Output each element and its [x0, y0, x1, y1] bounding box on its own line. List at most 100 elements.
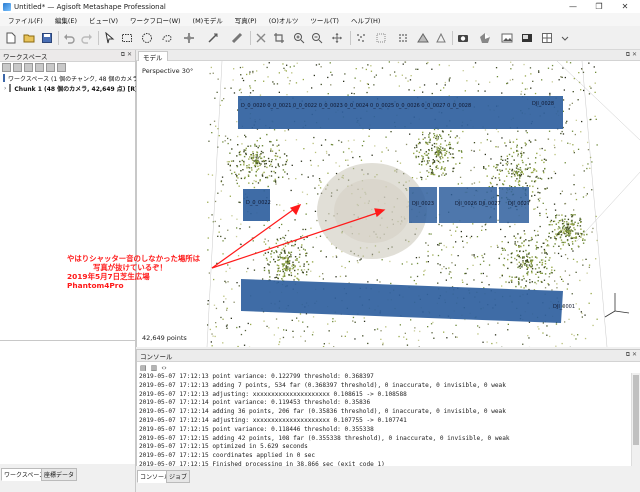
image-icon[interactable] — [500, 31, 514, 45]
enable-item-icon[interactable] — [46, 63, 55, 72]
cloud-point — [510, 68, 512, 70]
model-float-close-icon[interactable]: ⧉ ✕ — [626, 51, 637, 59]
menu-help[interactable]: ヘルプ(H) — [345, 15, 386, 25]
minimize-button[interactable]: — — [562, 0, 584, 13]
add-chunk-icon[interactable] — [2, 63, 11, 72]
cloud-point — [353, 139, 355, 141]
open-icon[interactable] — [22, 31, 36, 45]
cloud-point — [275, 250, 277, 252]
console-scrollbar[interactable] — [631, 373, 640, 466]
camera-icon[interactable] — [456, 31, 470, 45]
textured-icon[interactable] — [416, 31, 430, 45]
cloud-point — [314, 210, 317, 212]
cloud-point — [449, 77, 451, 79]
save-log-icon[interactable]: ▤ — [140, 364, 147, 372]
console-log[interactable]: 2019-05-07 17:12:13 point variance: 0.12… — [139, 373, 627, 466]
shaded-icon[interactable] — [374, 31, 388, 45]
add-marker-icon[interactable] — [24, 63, 33, 72]
cloud-point — [522, 173, 524, 175]
model-viewport[interactable]: Perspective 30° 42,649 points D_0_0020 0… — [136, 61, 640, 347]
cloud-point — [236, 121, 238, 123]
cloud-point — [437, 282, 439, 284]
redo-icon[interactable] — [80, 31, 94, 45]
cloud-point — [499, 179, 501, 181]
cloud-point — [216, 91, 218, 93]
disable-item-icon[interactable] — [57, 63, 66, 72]
navigate-icon[interactable] — [102, 31, 116, 45]
menu-view[interactable]: ビュー(V) — [83, 15, 124, 25]
cloud-point — [588, 93, 591, 95]
cloud-point — [508, 172, 510, 174]
grid-icon[interactable] — [540, 31, 554, 45]
cloud-point — [580, 228, 582, 230]
menu-photo[interactable]: 写真(P) — [229, 15, 263, 25]
cloud-point — [574, 133, 576, 136]
shape-icon[interactable] — [478, 31, 492, 45]
move-object-icon[interactable] — [182, 31, 196, 45]
menu-workflow[interactable]: ワークフロー(W) — [124, 15, 187, 25]
cloud-point — [547, 283, 549, 285]
undo-icon[interactable] — [62, 31, 76, 45]
cloud-point — [224, 280, 226, 282]
cloud-point — [527, 271, 529, 273]
region-icon[interactable] — [434, 31, 448, 45]
menu-edit[interactable]: 編集(E) — [49, 15, 83, 25]
cloud-point — [255, 162, 257, 164]
cloud-point — [229, 139, 232, 141]
cloud-point — [571, 241, 574, 243]
workspace-root-item[interactable]: ワークスペース (1 個のチャンク, 48 個のカメラ) — [0, 73, 141, 83]
add-photos-icon[interactable] — [13, 63, 22, 72]
ruler-icon[interactable] — [230, 31, 244, 45]
cloud-point — [271, 150, 274, 152]
tab-jobs[interactable]: ジョブ — [166, 470, 191, 483]
cloud-point — [507, 170, 510, 173]
cloud-point — [480, 272, 482, 275]
cloud-point — [569, 62, 572, 64]
menu-file[interactable]: ファイル(F) — [0, 15, 49, 25]
cloud-point — [355, 68, 357, 70]
close-button[interactable]: ✕ — [614, 0, 636, 13]
restore-button[interactable]: ❐ — [588, 0, 610, 13]
console-float-close-icon[interactable]: ⧉ ✕ — [626, 351, 637, 359]
run-script-icon[interactable]: ‹› — [161, 364, 167, 372]
free-select-icon[interactable] — [160, 31, 174, 45]
cloud-point — [243, 149, 245, 151]
zoom-in-icon[interactable] — [292, 31, 306, 45]
dropdown-icon[interactable] — [558, 31, 572, 45]
cloud-point — [553, 235, 556, 238]
chunk-item[interactable]: › Chunk 1 (48 個のカメラ, 42,649 点) [R] — [0, 83, 138, 93]
cloud-point — [588, 302, 590, 304]
save-icon[interactable] — [40, 31, 54, 45]
cloud-point — [294, 219, 296, 221]
menu-tools[interactable]: ツール(T) — [304, 15, 345, 25]
rect-select-icon[interactable] — [120, 31, 134, 45]
clear-log-icon[interactable]: ▥ — [151, 364, 158, 372]
cloud-point — [444, 167, 446, 169]
reset-view-icon[interactable] — [330, 31, 344, 45]
cloud-point — [207, 303, 209, 305]
panel-float-close-icon[interactable]: ⧉ ✕ — [121, 51, 132, 59]
remove-item-icon[interactable] — [35, 63, 44, 72]
cloud-point — [444, 154, 446, 156]
wireframe-icon[interactable] — [396, 31, 410, 45]
menu-model[interactable]: (M)モデル — [187, 15, 229, 25]
zoom-out-icon[interactable] — [310, 31, 324, 45]
cloud-point — [428, 136, 430, 138]
photo-icon[interactable] — [520, 31, 534, 45]
new-icon[interactable] — [4, 31, 18, 45]
tab-reference[interactable]: 座標データ — [41, 468, 78, 481]
cloud-point — [282, 268, 284, 271]
rotate-object-icon[interactable] — [206, 31, 220, 45]
menu-ortho[interactable]: (O)オルツ — [263, 15, 305, 25]
cloud-point — [516, 263, 518, 265]
console-scroll-thumb[interactable] — [633, 375, 639, 445]
cloud-point — [554, 209, 557, 211]
camera-label-bottom: DJI_0001 — [553, 304, 576, 310]
expand-arrow-icon[interactable]: › — [4, 85, 6, 92]
cloud-point — [419, 330, 421, 333]
circle-select-icon[interactable] — [140, 31, 154, 45]
crop-icon[interactable] — [272, 31, 286, 45]
dots-icon[interactable] — [354, 31, 368, 45]
delete-icon[interactable] — [254, 31, 268, 45]
cloud-point — [530, 141, 532, 143]
